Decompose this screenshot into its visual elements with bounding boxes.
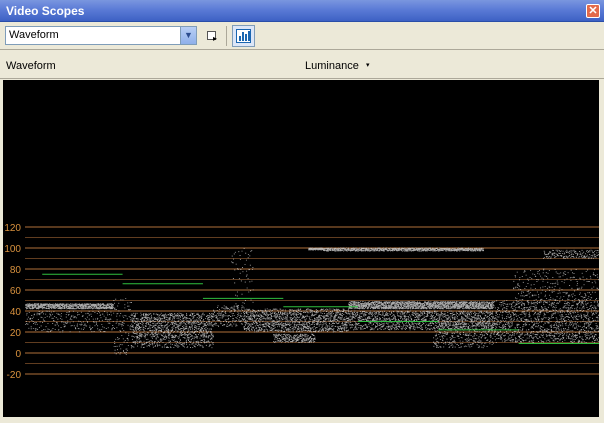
close-button[interactable]: ✕ — [586, 4, 600, 18]
toolbar-separator — [226, 26, 227, 46]
waveform-plot: -20 0 20 40 60 80 100 120 — [4, 223, 599, 381]
y-tick-label: 60 — [10, 286, 22, 297]
window-title: Video Scopes — [6, 4, 85, 18]
title-bar: Video Scopes ✕ — [0, 0, 604, 22]
scope-type-value: Waveform — [9, 29, 59, 41]
y-tick-label: 80 — [10, 265, 22, 276]
toolbar: Waveform ▼ ▸ — [0, 22, 604, 50]
scope-label: Waveform — [6, 60, 56, 72]
chevron-down-icon[interactable]: ▼ — [180, 27, 196, 44]
y-tick-label: 40 — [10, 307, 22, 318]
scope-type-select[interactable]: Waveform ▼ — [5, 26, 197, 45]
y-tick-label: -20 — [7, 370, 22, 381]
waveform-trace — [25, 247, 599, 355]
waveform-dots — [25, 247, 599, 355]
y-tick-label: 20 — [10, 328, 22, 339]
y-tick-label: 100 — [4, 244, 21, 255]
histogram-icon — [236, 29, 251, 43]
waveform-display: -20 0 20 40 60 80 100 120 — [3, 80, 599, 417]
mode-dropdown[interactable]: Luminance — [305, 60, 359, 72]
close-icon: ✕ — [588, 5, 598, 17]
y-tick-label: 0 — [15, 349, 21, 360]
histogram-button[interactable] — [232, 25, 255, 47]
mode-dropdown-arrow-icon[interactable]: ▾ — [366, 61, 370, 69]
cursor-select-button[interactable]: ▸ — [203, 27, 220, 44]
y-tick-label: 120 — [4, 223, 21, 234]
scope-header: Waveform Luminance ▾ — [0, 51, 604, 79]
